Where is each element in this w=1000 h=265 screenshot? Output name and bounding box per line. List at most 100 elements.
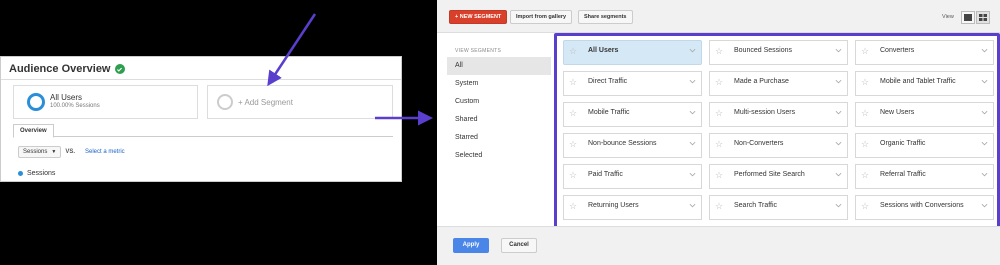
segment-cell-label: Paid Traffic <box>588 171 623 178</box>
segment-cell[interactable]: ☆ Non-bounce Sessions <box>563 133 702 158</box>
sidebar-item-selected[interactable]: Selected <box>447 147 551 165</box>
grid-view-icon <box>979 14 987 21</box>
segment-cell[interactable]: ☆ Paid Traffic <box>563 164 702 189</box>
star-icon[interactable]: ☆ <box>715 108 723 118</box>
segment-cell-label: Bounced Sessions <box>734 47 792 54</box>
apply-button[interactable]: Apply <box>453 238 489 253</box>
chevron-down-icon[interactable] <box>835 171 842 178</box>
segment-cell-label: Search Traffic <box>734 202 778 209</box>
list-view-button[interactable] <box>961 11 975 24</box>
segment-ring-icon <box>27 93 45 111</box>
chevron-down-icon[interactable] <box>835 47 842 54</box>
chevron-down-icon[interactable] <box>981 202 988 209</box>
sidebar-item-starred[interactable]: Starred <box>447 129 551 147</box>
segment-cell-label: Returning Users <box>588 202 639 209</box>
segment-name: All Users <box>50 93 83 102</box>
select-metric-link[interactable]: Select a metric <box>85 149 125 155</box>
segment-cell-label: Referral Traffic <box>880 171 926 178</box>
segment-cell[interactable]: ☆ Mobile and Tablet Traffic <box>855 71 994 96</box>
segment-cell[interactable]: ☆ Organic Traffic <box>855 133 994 158</box>
star-icon[interactable]: ☆ <box>861 108 869 118</box>
chevron-down-icon[interactable] <box>981 109 988 116</box>
segment-cell[interactable]: ☆ Mobile Traffic <box>563 102 702 127</box>
grid-view-button[interactable] <box>976 11 990 24</box>
stage: Audience Overview All Users 100.00% Sess… <box>0 0 1000 265</box>
segment-cell-label: Made a Purchase <box>734 78 789 85</box>
chevron-down-icon[interactable] <box>835 109 842 116</box>
segment-cell[interactable]: ☆ Performed Site Search <box>709 164 848 189</box>
segment-cell[interactable]: ☆ Bounced Sessions <box>709 40 848 65</box>
star-icon[interactable]: ☆ <box>715 77 723 87</box>
chevron-down-icon[interactable] <box>981 171 988 178</box>
segment-cell[interactable]: ☆ Non-Converters <box>709 133 848 158</box>
chevron-down-icon[interactable] <box>689 140 696 147</box>
sidebar-item-all[interactable]: All <box>447 57 551 75</box>
chevron-down-icon[interactable] <box>981 78 988 85</box>
star-icon[interactable]: ☆ <box>715 170 723 180</box>
segment-cell[interactable]: ☆ New Users <box>855 102 994 127</box>
chevron-down-icon[interactable] <box>689 47 696 54</box>
chevron-down-icon[interactable] <box>981 47 988 54</box>
star-icon[interactable]: ☆ <box>715 201 723 211</box>
sidebar-item-system[interactable]: System <box>447 75 551 93</box>
segment-cell-label: Mobile Traffic <box>588 109 630 116</box>
segment-cell-label: Multi-session Users <box>734 109 796 116</box>
tab-bar: Overview <box>13 124 393 138</box>
segment-cell[interactable]: ☆ Returning Users <box>563 195 702 220</box>
segment-cell[interactable]: ☆ Referral Traffic <box>855 164 994 189</box>
tab-overview[interactable]: Overview <box>13 124 54 138</box>
chevron-down-icon[interactable] <box>689 109 696 116</box>
chevron-down-icon[interactable] <box>689 171 696 178</box>
star-icon[interactable]: ☆ <box>569 201 577 211</box>
segment-cell[interactable]: ☆ Converters <box>855 40 994 65</box>
segment-sidebar: VIEW SEGMENTS All System Custom Shared S… <box>447 45 551 165</box>
sidebar-item-shared[interactable]: Shared <box>447 111 551 129</box>
segment-cell[interactable]: ☆ Sessions with Conversions <box>855 195 994 220</box>
star-icon[interactable]: ☆ <box>715 139 723 149</box>
segment-cell[interactable]: ☆ Search Traffic <box>709 195 848 220</box>
star-icon[interactable]: ☆ <box>861 201 869 211</box>
star-icon[interactable]: ☆ <box>715 46 723 56</box>
chevron-down-icon[interactable] <box>689 202 696 209</box>
chevron-down-icon[interactable] <box>835 78 842 85</box>
segment-grid: ☆ All Users ☆ Bounced Sessions ☆ Converters ☆ D… <box>563 40 994 220</box>
page-title-text: Audience Overview <box>9 63 111 75</box>
star-icon[interactable]: ☆ <box>569 46 577 56</box>
legend-label: Sessions <box>27 170 56 177</box>
chevron-down-icon[interactable] <box>981 140 988 147</box>
cancel-button[interactable]: Cancel <box>501 238 537 253</box>
sidebar-item-custom[interactable]: Custom <box>447 93 551 111</box>
star-icon[interactable]: ☆ <box>569 77 577 87</box>
verified-check-icon <box>114 64 125 74</box>
segment-cell[interactable]: ☆ All Users <box>563 40 702 65</box>
segment-cell[interactable]: ☆ Made a Purchase <box>709 71 848 96</box>
import-gallery-button[interactable]: Import from gallery <box>510 10 573 24</box>
segment-cell[interactable]: ☆ Multi-session Users <box>709 102 848 127</box>
star-icon[interactable]: ☆ <box>861 46 869 56</box>
chevron-down-icon[interactable] <box>689 78 696 85</box>
chevron-down-icon[interactable] <box>835 140 842 147</box>
list-view-icon <box>964 14 972 21</box>
series-dot-icon <box>18 171 23 176</box>
add-segment-label: + Add Segment <box>238 98 293 107</box>
toolbar: + NEW SEGMENT Import from gallery Share … <box>437 0 1000 33</box>
star-icon[interactable]: ☆ <box>569 108 577 118</box>
segment-cell-label: Mobile and Tablet Traffic <box>880 78 956 85</box>
chevron-down-icon[interactable] <box>835 202 842 209</box>
segment-percentage: 100.00% Sessions <box>50 103 100 109</box>
star-icon[interactable]: ☆ <box>569 170 577 180</box>
add-segment-card[interactable]: + Add Segment <box>207 85 393 119</box>
segment-card-all-users[interactable]: All Users 100.00% Sessions <box>13 85 198 119</box>
segment-picker-panel: + NEW SEGMENT Import from gallery Share … <box>437 0 1000 265</box>
segment-grid-highlight: ☆ All Users ☆ Bounced Sessions ☆ Converters ☆ D… <box>554 33 1000 233</box>
segment-cell-label: New Users <box>880 109 915 116</box>
star-icon[interactable]: ☆ <box>569 139 577 149</box>
share-segments-button[interactable]: Share segments <box>578 10 633 24</box>
new-segment-button[interactable]: + NEW SEGMENT <box>449 10 508 24</box>
star-icon[interactable]: ☆ <box>861 170 869 180</box>
footer: Apply Cancel <box>437 226 1000 265</box>
star-icon[interactable]: ☆ <box>861 139 869 149</box>
star-icon[interactable]: ☆ <box>861 77 869 87</box>
segment-cell[interactable]: ☆ Direct Traffic <box>563 71 702 96</box>
metric-select[interactable]: Sessions ▼ <box>18 146 62 158</box>
